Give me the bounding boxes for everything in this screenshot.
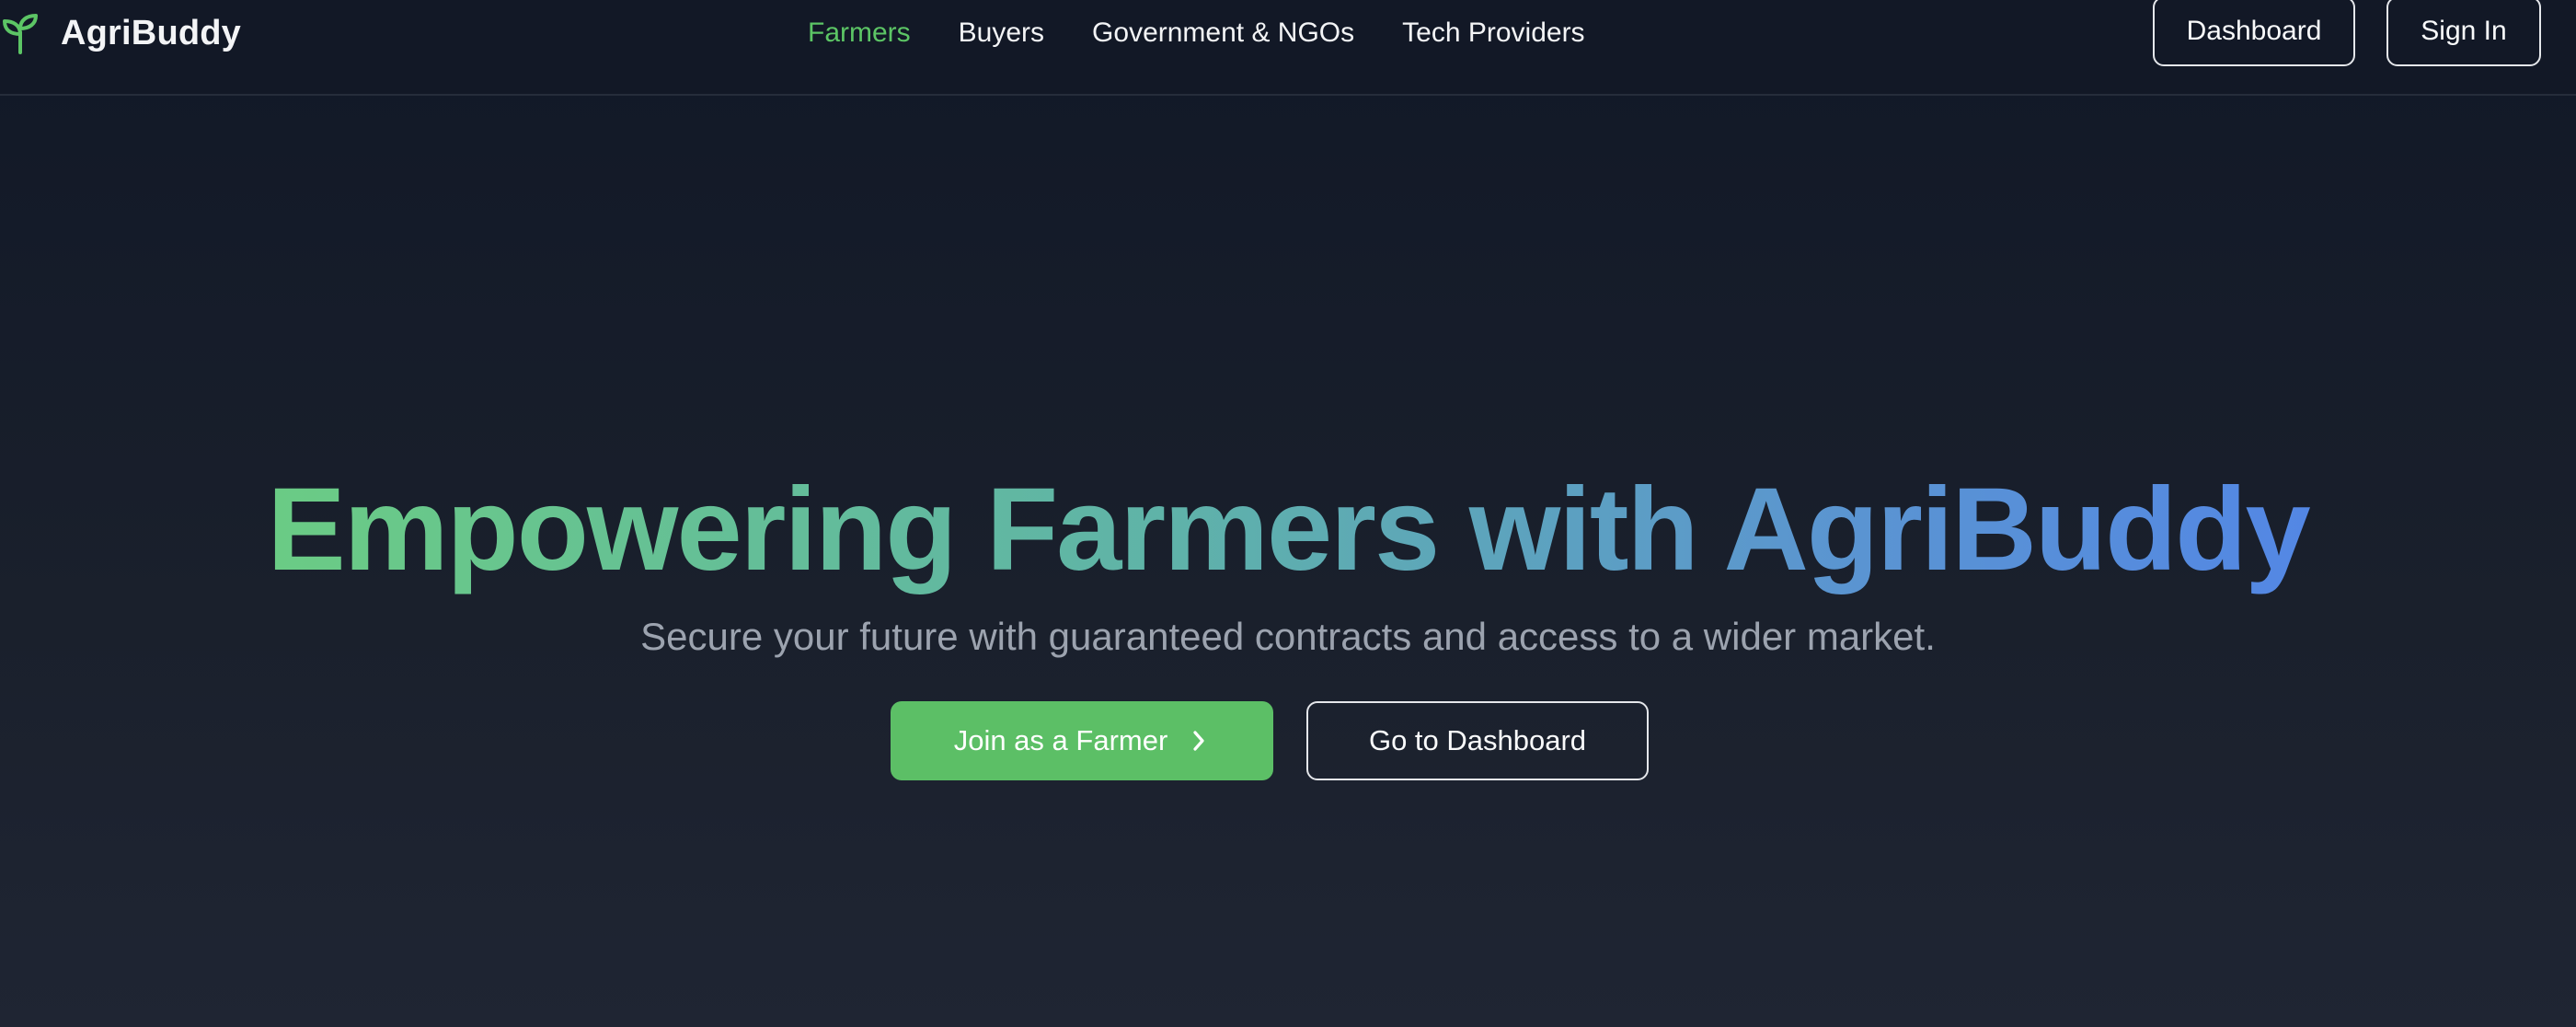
header-actions: Dashboard Sign In (2153, 0, 2541, 66)
nav-buyers[interactable]: Buyers (959, 17, 1044, 49)
hero-section: Empowering Farmers with AgriBuddy Secure… (0, 98, 2576, 1027)
sprout-icon (0, 10, 40, 56)
dashboard-button[interactable]: Dashboard (2153, 0, 2355, 66)
join-as-farmer-button[interactable]: Join as a Farmer (891, 701, 1273, 780)
hero-subtitle: Secure your future with guaranteed contr… (640, 615, 1936, 658)
brand[interactable]: AgriBuddy (0, 6, 241, 61)
nav-tech-providers[interactable]: Tech Providers (1402, 17, 1584, 49)
nav-farmers[interactable]: Farmers (808, 17, 911, 49)
chevron-right-icon (1188, 730, 1210, 752)
brand-name: AgriBuddy (61, 13, 242, 52)
sign-in-button[interactable]: Sign In (2386, 0, 2541, 66)
go-to-dashboard-button[interactable]: Go to Dashboard (1306, 701, 1649, 780)
nav-government-ngos[interactable]: Government & NGOs (1092, 17, 1354, 49)
main-nav: Farmers Buyers Government & NGOs Tech Pr… (808, 13, 1633, 53)
join-as-farmer-label: Join as a Farmer (953, 724, 1168, 756)
top-navbar: AgriBuddy Farmers Buyers Government & NG… (0, 0, 2576, 96)
hero-actions: Join as a Farmer Go to Dashboard (891, 701, 1649, 780)
hero-title: Empowering Farmers with AgriBuddy (0, 465, 2576, 595)
